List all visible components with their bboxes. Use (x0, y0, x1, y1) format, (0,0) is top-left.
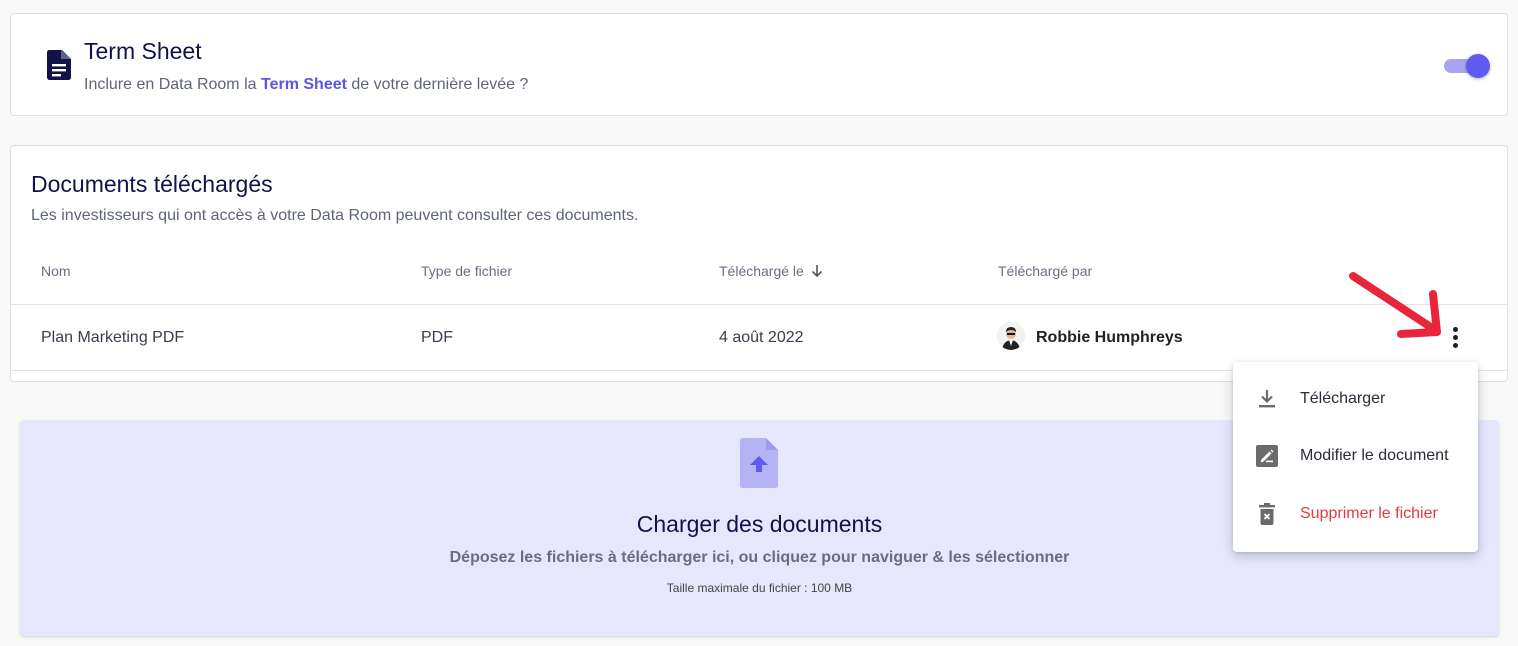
menu-item-download[interactable]: Télécharger (1233, 371, 1478, 427)
cell-uploaded-by: Robbie Humphreys (1036, 329, 1183, 346)
subtitle-text: Inclure en Data Room la (84, 76, 261, 93)
menu-item-edit[interactable]: Modifier le document (1233, 428, 1478, 484)
subtitle-text-end: de votre dernière levée ? (346, 76, 529, 93)
column-header-label: Type de fichier (421, 263, 513, 279)
documents-card: Documents téléchargés Les investisseurs … (10, 145, 1508, 382)
column-header-label: Téléchargé le (719, 263, 804, 279)
cell-type: PDF (421, 329, 453, 346)
divider (11, 304, 1507, 305)
sort-arrow-down-icon (811, 265, 822, 278)
upload-size-note: Taille maximale du fichier : 100 MB (666, 581, 853, 595)
column-header-label: Nom (41, 263, 71, 279)
column-header-type[interactable]: Type de fichier (421, 263, 512, 279)
cell-name: Plan Marketing PDF (41, 329, 185, 346)
term-sheet-toggle[interactable] (1444, 54, 1490, 78)
term-sheet-card: Term Sheet Inclure en Data Room la Term … (10, 13, 1508, 116)
context-menu: Télécharger Modifier le document Supprim… (1233, 362, 1478, 552)
column-header-date[interactable]: Téléchargé le (719, 263, 824, 279)
more-options-icon[interactable] (1445, 324, 1465, 350)
document-icon (47, 50, 71, 80)
cell-date: 4 août 2022 (719, 329, 804, 346)
avatar-image-icon (997, 322, 1025, 350)
delete-icon (1259, 503, 1275, 525)
column-header-name[interactable]: Nom (41, 263, 71, 279)
term-sheet-subtitle: Inclure en Data Room la Term Sheet de vo… (84, 76, 528, 94)
file-upload-icon (740, 438, 778, 488)
annotation-arrow-icon (1349, 272, 1441, 338)
avatar (997, 322, 1025, 350)
menu-item-label: Supprimer le fichier (1300, 505, 1438, 522)
menu-item-label: Télécharger (1300, 390, 1386, 407)
menu-item-delete[interactable]: Supprimer le fichier (1233, 486, 1478, 542)
term-sheet-link[interactable]: Term Sheet (261, 76, 347, 93)
term-sheet-title: Term Sheet (84, 38, 202, 64)
column-header-label: Téléchargé par (998, 263, 1093, 279)
toggle-knob (1466, 54, 1490, 78)
download-icon (1259, 390, 1275, 408)
edit-icon (1256, 445, 1278, 467)
column-header-uploaded-by[interactable]: Téléchargé par (998, 263, 1092, 279)
menu-item-label: Modifier le document (1300, 447, 1449, 464)
documents-title: Documents téléchargés (31, 171, 273, 197)
documents-subtitle: Les investisseurs qui ont accès à votre … (31, 207, 639, 224)
